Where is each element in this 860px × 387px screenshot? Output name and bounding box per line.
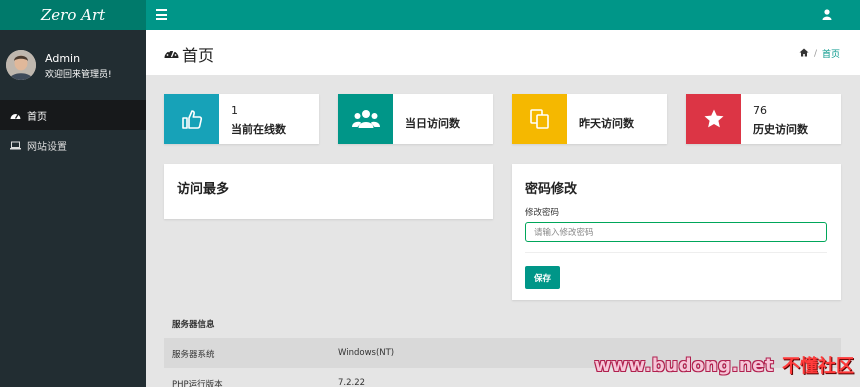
breadcrumb-separator: / xyxy=(813,48,817,59)
stat-label: 当前在线数 xyxy=(231,123,286,136)
dashboard-icon xyxy=(10,110,21,120)
save-button[interactable]: 保存 xyxy=(525,266,560,289)
password-input[interactable] xyxy=(525,222,827,242)
stat-value: 76 xyxy=(753,104,767,117)
stat-label: 历史访问数 xyxy=(753,123,808,136)
watermark-url: www.budong.net xyxy=(594,354,774,376)
sidebar: Admin 欢迎回来管理员! 首页 网站设置 xyxy=(0,30,146,387)
users-icon xyxy=(338,94,393,144)
stat-label: 昨天访问数 xyxy=(579,117,634,130)
thumbs-up-icon xyxy=(164,94,219,144)
divider xyxy=(525,252,827,253)
copy-icon xyxy=(512,94,567,144)
password-field-label: 修改密码 xyxy=(525,208,560,218)
breadcrumb: / 首页 xyxy=(799,47,840,60)
stat-box-yesterday: 昨天访问数 xyxy=(512,94,667,144)
sidebar-item-home[interactable]: 首页 xyxy=(0,100,146,130)
user-name: Admin xyxy=(45,52,81,65)
page-title: 首页 xyxy=(182,46,215,65)
sidebar-item-label: 首页 xyxy=(27,111,47,123)
dashboard-icon xyxy=(164,46,179,59)
sidebar-item-site-settings[interactable]: 网站设置 xyxy=(0,130,146,160)
server-info-title: 服务器信息 xyxy=(172,320,215,330)
sidebar-item-label: 网站设置 xyxy=(27,141,67,153)
panel-title: 访问最多 xyxy=(177,182,230,197)
breadcrumb-current: 首页 xyxy=(821,50,840,60)
stat-box-history: 76 历史访问数 xyxy=(686,94,841,144)
server-info-key: PHP运行版本 xyxy=(172,380,223,387)
stat-box-today: 当日访问数 xyxy=(338,94,493,144)
menu-toggle-icon[interactable] xyxy=(156,9,167,20)
server-info-value: 7.2.22 xyxy=(338,378,366,387)
password-panel: 密码修改 修改密码 保存 xyxy=(512,164,841,300)
panel-title: 密码修改 xyxy=(525,182,578,197)
server-info-key: 服务器系统 xyxy=(172,350,215,360)
content-header: 首页 / 首页 xyxy=(146,30,860,75)
watermark-text: 不懂社区 xyxy=(782,356,854,377)
brand-logo[interactable]: Zero Art xyxy=(0,0,146,30)
stat-label: 当日访问数 xyxy=(405,117,460,130)
user-welcome-text: 欢迎回来管理员! xyxy=(45,70,112,80)
star-icon xyxy=(686,94,741,144)
server-info-value: Windows(NT) xyxy=(338,348,395,358)
stat-value: 1 xyxy=(231,104,238,117)
top-navbar xyxy=(146,0,860,30)
user-menu-icon[interactable] xyxy=(822,9,832,20)
laptop-icon xyxy=(10,140,21,150)
user-avatar xyxy=(6,50,36,80)
home-icon[interactable] xyxy=(799,48,809,60)
stat-box-online: 1 当前在线数 xyxy=(164,94,319,144)
watermark: www.budong.net 不懂社区 xyxy=(594,352,854,378)
most-visited-panel: 访问最多 xyxy=(164,164,493,219)
